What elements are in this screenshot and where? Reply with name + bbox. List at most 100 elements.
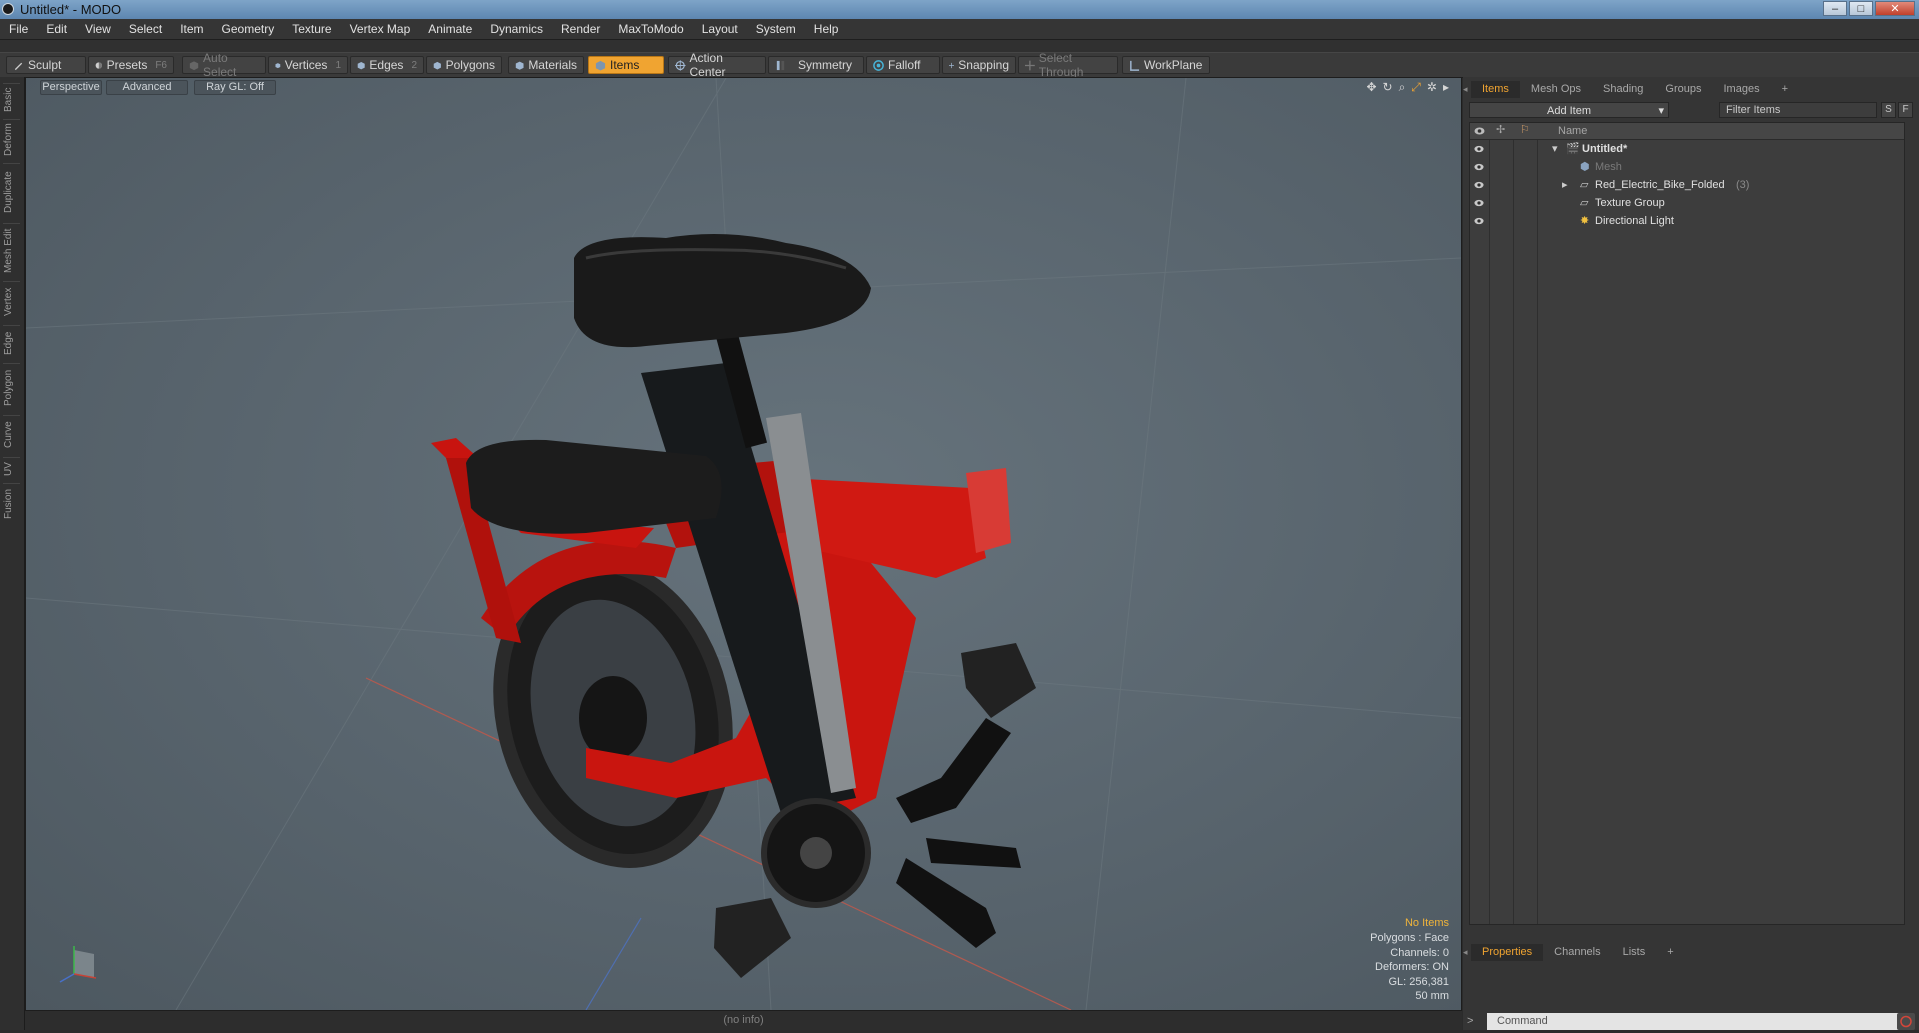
3d-viewport[interactable]: Perspective Advanced Ray GL: Off ✥ ↻ ⌕ ⤢… <box>25 77 1462 1011</box>
viewport-info-hud: No Items Polygons : Face Channels: 0 Def… <box>1370 916 1449 1004</box>
locator-icon: ▱ <box>1580 179 1589 191</box>
chevron-down-icon: ▾ <box>1658 105 1664 117</box>
add-properties-tab-button[interactable]: + <box>1656 944 1684 961</box>
raygl-toggle[interactable]: Ray GL: Off <box>194 80 276 95</box>
action-center-button[interactable]: Action Center <box>668 51 766 79</box>
eye-icon[interactable] <box>1474 216 1484 226</box>
tab-mesh-ops[interactable]: Mesh Ops <box>1520 81 1592 98</box>
tab-curve[interactable]: Curve <box>3 415 20 454</box>
command-input[interactable]: Command <box>1487 1013 1911 1030</box>
tab-groups[interactable]: Groups <box>1654 81 1712 98</box>
orientation-gizmo <box>59 946 97 983</box>
tab-duplicate[interactable]: Duplicate <box>3 163 20 220</box>
tab-properties[interactable]: Properties <box>1471 944 1544 961</box>
tab-shading[interactable]: Shading <box>1592 81 1654 98</box>
filter-items-input[interactable]: Filter Items <box>1719 102 1877 118</box>
select-through-label: Select Through <box>1038 51 1084 79</box>
presets-label: Presets <box>106 58 148 72</box>
tree-row-scene[interactable]: ▾ 🎬 Untitled* <box>1470 140 1904 158</box>
workplane-button[interactable]: WorkPlane <box>1122 56 1210 74</box>
menu-item[interactable]: Item <box>171 22 212 36</box>
pan-icon[interactable]: ✥ <box>1366 80 1376 95</box>
tab-basic[interactable]: Basic <box>3 83 20 116</box>
add-tab-button[interactable]: + <box>1771 81 1799 98</box>
tab-fusion[interactable]: Fusion <box>3 483 20 524</box>
tree-row-light[interactable]: ✸ Directional Light <box>1470 212 1904 230</box>
tab-polygon[interactable]: Polygon <box>3 363 20 412</box>
close-button[interactable]: ✕ <box>1875 1 1915 16</box>
viewport-menu-icon[interactable]: ▸ <box>1443 80 1449 95</box>
command-prompt: > <box>1467 1015 1474 1027</box>
add-item-dropdown[interactable]: Add Item ▾ <box>1469 102 1669 118</box>
items-mode-button[interactable]: Items <box>588 56 664 74</box>
eye-icon[interactable] <box>1474 198 1484 208</box>
menu-animate[interactable]: Animate <box>419 22 481 36</box>
snapping-button[interactable]: Snapping <box>942 56 1016 74</box>
deformers-info: Deformers: ON <box>1375 961 1449 974</box>
select-through-button[interactable]: Select Through <box>1018 51 1118 79</box>
menu-edit[interactable]: Edit <box>37 22 76 36</box>
properties-collapse-icon[interactable]: ◂ <box>1463 947 1471 958</box>
fit-icon[interactable]: ⤢ <box>1411 80 1421 95</box>
tree-row-mesh[interactable]: ⬢ Mesh <box>1470 158 1904 176</box>
tab-edge[interactable]: Edge <box>3 325 20 360</box>
sculpt-button[interactable]: Sculpt <box>6 56 86 74</box>
command-history-button[interactable] <box>1897 1013 1915 1030</box>
minimize-button[interactable]: – <box>1823 1 1847 16</box>
s-toggle-button[interactable]: S <box>1881 102 1896 118</box>
rotate-icon[interactable]: ↻ <box>1383 80 1393 95</box>
presets-button[interactable]: Presets F6 <box>88 56 174 74</box>
material-cube-icon <box>515 61 524 70</box>
properties-tabs: ◂ Properties Channels Lists + <box>1463 944 1919 961</box>
menu-vertex-map[interactable]: Vertex Map <box>341 22 420 36</box>
menu-help[interactable]: Help <box>805 22 848 36</box>
polygons-label: Polygons <box>445 58 495 72</box>
edges-button[interactable]: Edges 2 <box>350 56 424 74</box>
tab-channels[interactable]: Channels <box>1543 944 1611 961</box>
polygons-button[interactable]: Polygons <box>426 56 502 74</box>
menu-geometry[interactable]: Geometry <box>213 22 284 36</box>
expand-arrow-icon[interactable]: ▾ <box>1552 140 1558 158</box>
tab-vertex[interactable]: Vertex <box>3 281 20 322</box>
eye-icon[interactable] <box>1474 144 1484 154</box>
shading-mode-dropdown[interactable]: Advanced <box>106 80 188 95</box>
menu-render[interactable]: Render <box>552 22 609 36</box>
zoom-icon[interactable]: ⌕ <box>1399 80 1406 95</box>
auto-select-button[interactable]: Auto Select <box>182 51 266 79</box>
name-column-header[interactable]: Name <box>1558 125 1587 137</box>
group-icon: ▱ <box>1580 197 1589 209</box>
menu-maxtomodo[interactable]: MaxToModo <box>609 22 692 36</box>
viewport-settings-icon[interactable]: ✲ <box>1427 80 1437 95</box>
tab-items[interactable]: Items <box>1471 81 1520 98</box>
selection-info: No Items <box>1404 917 1449 930</box>
maximize-button[interactable]: □ <box>1849 1 1873 16</box>
materials-button[interactable]: Materials <box>508 56 584 74</box>
action-center-label: Action Center <box>689 51 726 79</box>
menu-file[interactable]: File <box>0 22 37 36</box>
vertices-button[interactable]: Vertices 1 <box>268 56 348 74</box>
tree-row-texture-group[interactable]: ▱ Texture Group <box>1470 194 1904 212</box>
view-type-dropdown[interactable]: Perspective <box>40 80 102 95</box>
tab-lists[interactable]: Lists <box>1612 944 1657 961</box>
panel-collapse-icon[interactable]: ◂ <box>1463 84 1471 95</box>
menu-system[interactable]: System <box>747 22 805 36</box>
f-toggle-button[interactable]: F <box>1898 102 1913 118</box>
item-list-tree: ✢ ⚐ Name ▾ 🎬 Untitled* ⬢ Mesh ▸ ▱ Red_El… <box>1469 122 1905 925</box>
modo-app-icon <box>2 3 14 15</box>
menu-layout[interactable]: Layout <box>693 22 747 36</box>
eye-icon[interactable] <box>1474 162 1484 172</box>
menu-texture[interactable]: Texture <box>283 22 340 36</box>
expand-arrow-icon[interactable]: ▸ <box>1562 176 1568 194</box>
tab-deform[interactable]: Deform <box>3 119 20 160</box>
menu-dynamics[interactable]: Dynamics <box>481 22 552 36</box>
tab-mesh-edit[interactable]: Mesh Edit <box>3 223 20 278</box>
eye-icon[interactable] <box>1474 180 1484 190</box>
tab-uv[interactable]: UV <box>3 457 20 480</box>
menu-select[interactable]: Select <box>120 22 171 36</box>
symmetry-button[interactable]: Symmetry <box>768 56 864 74</box>
tab-images[interactable]: Images <box>1713 81 1771 98</box>
falloff-button[interactable]: Falloff <box>866 56 940 74</box>
tree-row-bike[interactable]: ▸ ▱ Red_Electric_Bike_Folded (3) <box>1470 176 1904 194</box>
menu-view[interactable]: View <box>76 22 120 36</box>
edges-label: Edges <box>369 58 404 72</box>
